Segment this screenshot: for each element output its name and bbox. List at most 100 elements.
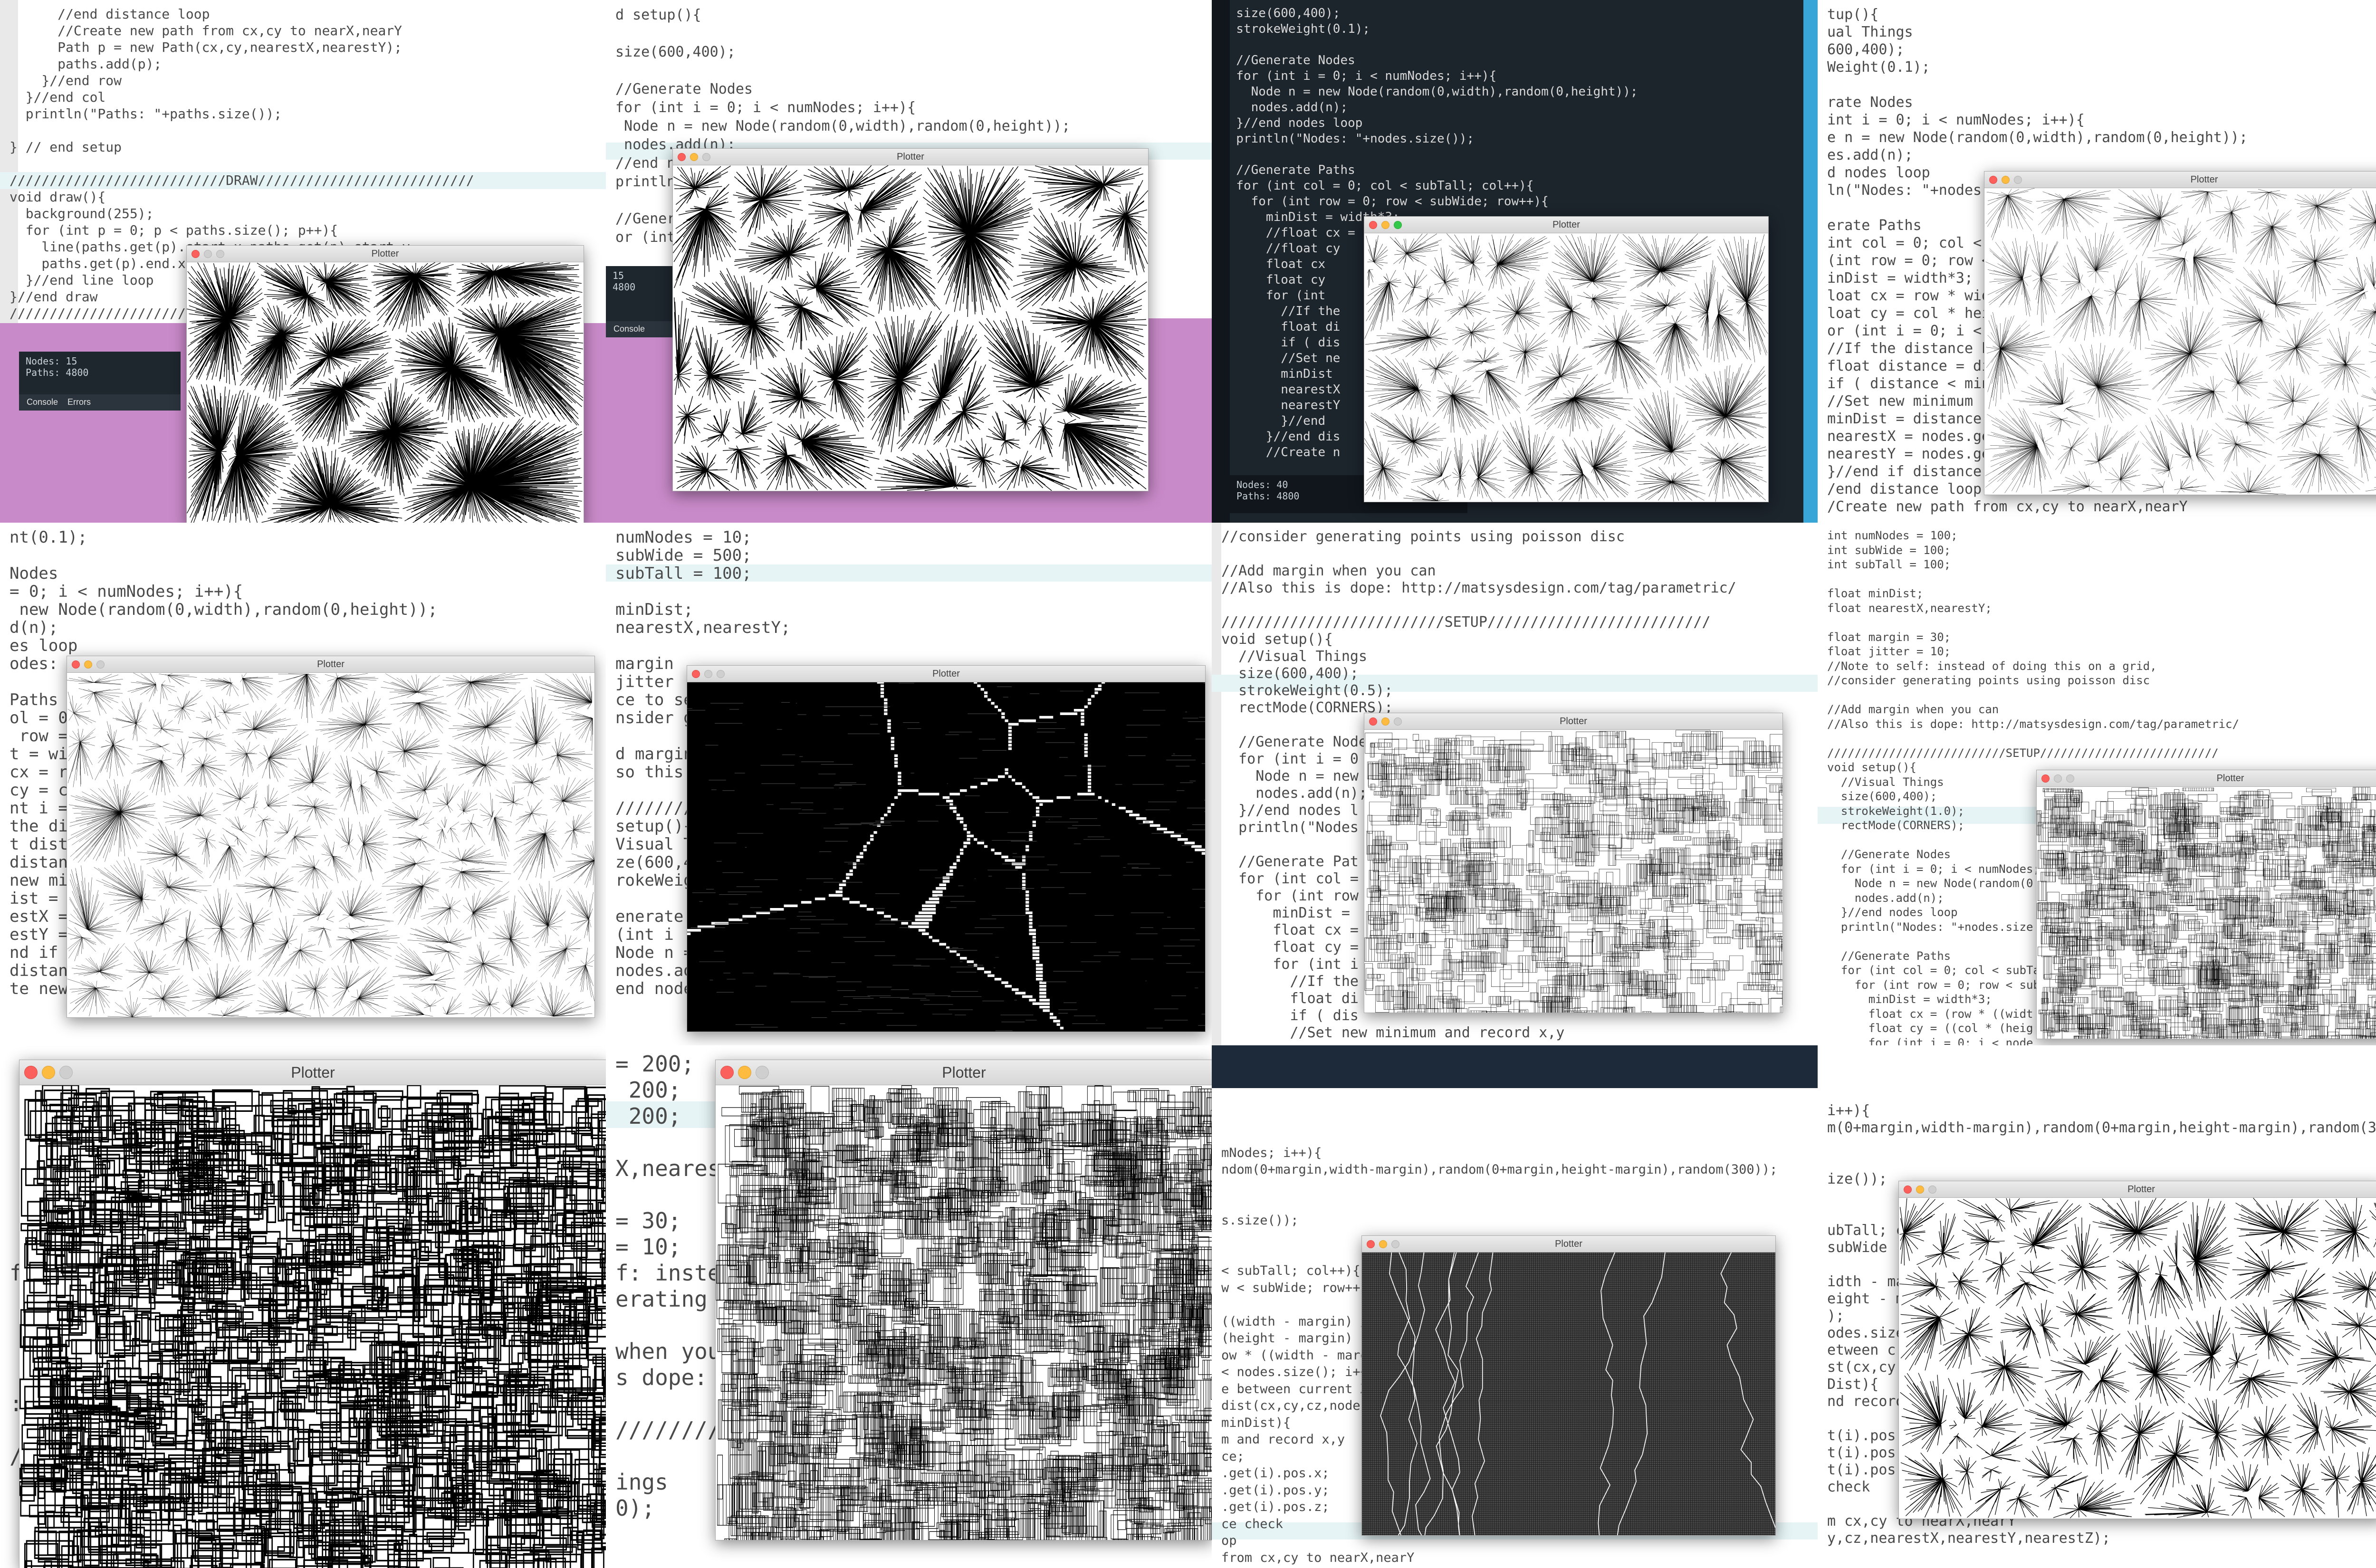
maximize-icon[interactable] xyxy=(59,1066,73,1079)
window-title: Plotter xyxy=(371,249,399,259)
plotter-canvas xyxy=(67,673,594,1017)
screenshot-tile-6: numNodes = 10; subWide = 500; subTall = … xyxy=(606,523,1212,1045)
screenshot-tile-7: //consider generating points using poiss… xyxy=(1212,523,1818,1045)
screenshot-tile-5: nt(0.1); Nodes = 0; i < numNodes; i++){ … xyxy=(0,523,606,1045)
plotter-window[interactable]: Plotter xyxy=(2036,770,2376,1039)
plotter-canvas xyxy=(19,1085,606,1568)
maximize-icon[interactable] xyxy=(756,1066,769,1079)
plotter-canvas xyxy=(716,1085,1212,1540)
window-title: Plotter xyxy=(1560,716,1587,727)
desktop-background xyxy=(1803,0,1818,523)
close-icon[interactable] xyxy=(692,669,700,678)
window-title: Plotter xyxy=(1555,1239,1582,1249)
plotter-window[interactable]: Plotter xyxy=(1898,1181,2376,1519)
plotter-titlebar[interactable]: Plotter xyxy=(1364,217,1768,233)
minimize-icon[interactable] xyxy=(1381,717,1389,726)
minimize-icon[interactable] xyxy=(738,1066,751,1079)
maximize-icon[interactable] xyxy=(1928,1185,1936,1194)
minimize-icon[interactable] xyxy=(204,249,212,258)
close-icon[interactable] xyxy=(678,153,686,161)
plotter-window[interactable]: Plotter xyxy=(1361,1235,1776,1536)
maximize-icon[interactable] xyxy=(2066,774,2074,783)
tab-errors[interactable]: Errors xyxy=(67,397,91,408)
plot-strokes xyxy=(1985,188,2376,495)
maximize-icon[interactable] xyxy=(717,669,725,678)
plotter-titlebar[interactable]: Plotter xyxy=(716,1060,1212,1085)
minimize-icon[interactable] xyxy=(42,1066,55,1079)
plotter-titlebar[interactable]: Plotter xyxy=(67,656,594,673)
plot-strokes xyxy=(67,673,594,1017)
maximize-icon[interactable] xyxy=(1394,220,1402,229)
maximize-icon[interactable] xyxy=(2014,175,2022,184)
maximize-icon[interactable] xyxy=(96,660,105,669)
window-title: Plotter xyxy=(942,1064,986,1081)
plotter-canvas xyxy=(1362,1252,1775,1535)
maximize-icon[interactable] xyxy=(702,153,710,161)
close-icon[interactable] xyxy=(720,1066,734,1079)
close-icon[interactable] xyxy=(1989,175,1997,184)
plotter-titlebar[interactable]: Plotter xyxy=(1984,172,2376,188)
tab-console[interactable]: Console xyxy=(613,324,645,335)
maximize-icon[interactable] xyxy=(216,249,224,258)
window-title: Plotter xyxy=(932,669,960,679)
close-icon[interactable] xyxy=(1369,717,1377,726)
plotter-window[interactable]: Plotter xyxy=(1364,216,1769,502)
plotter-titlebar[interactable]: Plotter xyxy=(187,246,584,262)
plotter-canvas xyxy=(1364,233,1768,502)
minimize-icon[interactable] xyxy=(2002,175,2010,184)
window-title: Plotter xyxy=(1552,220,1580,230)
plotter-window[interactable]: Plotter xyxy=(672,148,1149,491)
close-icon[interactable] xyxy=(2041,774,2050,783)
maximize-icon[interactable] xyxy=(1394,717,1402,726)
minimize-icon[interactable] xyxy=(704,669,712,678)
screenshot-tile-3: size(600,400); strokeWeight(0.1); //Gene… xyxy=(1212,0,1818,523)
plotter-titlebar[interactable]: Plotter xyxy=(1364,713,1782,730)
minimize-icon[interactable] xyxy=(1916,1185,1924,1194)
minimize-icon[interactable] xyxy=(1379,1240,1387,1248)
minimize-icon[interactable] xyxy=(2054,774,2062,783)
plotter-titlebar[interactable]: Plotter xyxy=(19,1060,606,1085)
close-icon[interactable] xyxy=(24,1066,38,1079)
plot-strokes xyxy=(673,165,1148,491)
plotter-window[interactable]: Plotter xyxy=(715,1060,1212,1540)
close-icon[interactable] xyxy=(1904,1185,1912,1194)
window-title: Plotter xyxy=(317,659,345,669)
plot-strokes xyxy=(716,1085,1212,1540)
plotter-titlebar[interactable]: Plotter xyxy=(687,666,1205,682)
plot-strokes xyxy=(1364,233,1768,502)
screenshot-tile-4: tup(){ ual Things 600,400); Weight(0.1);… xyxy=(1818,0,2376,523)
close-icon[interactable] xyxy=(72,660,80,669)
plotter-titlebar[interactable]: Plotter xyxy=(673,149,1148,165)
plotter-titlebar[interactable]: Plotter xyxy=(1899,1181,2376,1198)
minimize-icon[interactable] xyxy=(690,153,698,161)
screenshot-tile-11: mNodes; i++){ ndom(0+margin,width-margin… xyxy=(1212,1045,1818,1568)
plotter-titlebar[interactable]: Plotter xyxy=(1362,1236,1775,1252)
plotter-canvas xyxy=(687,682,1205,1032)
plotter-canvas xyxy=(1899,1198,2376,1519)
close-icon[interactable] xyxy=(1367,1240,1375,1248)
plotter-canvas xyxy=(2037,787,2376,1039)
plotter-window[interactable]: Plotter xyxy=(67,656,595,1018)
screenshot-tile-1: //end distance loop //Create new path fr… xyxy=(0,0,606,523)
minimize-icon[interactable] xyxy=(1381,220,1389,229)
window-title: Plotter xyxy=(2190,174,2218,185)
window-title: Plotter xyxy=(2127,1184,2155,1195)
plotter-canvas xyxy=(187,262,584,523)
tab-console[interactable]: Console xyxy=(27,397,58,408)
minimize-icon[interactable] xyxy=(84,660,92,669)
plot-strokes xyxy=(187,262,584,523)
plot-strokes xyxy=(1899,1198,2376,1519)
plotter-window[interactable]: Plotter xyxy=(19,1060,606,1568)
close-icon[interactable] xyxy=(192,249,200,258)
plotter-window[interactable]: Plotter xyxy=(186,245,584,523)
plotter-titlebar[interactable]: Plotter xyxy=(2037,770,2376,787)
plotter-window[interactable]: Plotter xyxy=(1984,171,2376,495)
plot-strokes xyxy=(687,682,1205,1030)
plot-strokes xyxy=(1364,730,1782,1013)
plotter-window[interactable]: Plotter xyxy=(687,665,1206,1032)
plot-strokes xyxy=(2037,787,2376,1039)
close-icon[interactable] xyxy=(1369,220,1377,229)
plotter-window[interactable]: Plotter xyxy=(1364,713,1783,1013)
maximize-icon[interactable] xyxy=(1391,1240,1399,1248)
screenshot-tile-2: d setup(){ size(600,400); //Generate Nod… xyxy=(606,0,1212,523)
